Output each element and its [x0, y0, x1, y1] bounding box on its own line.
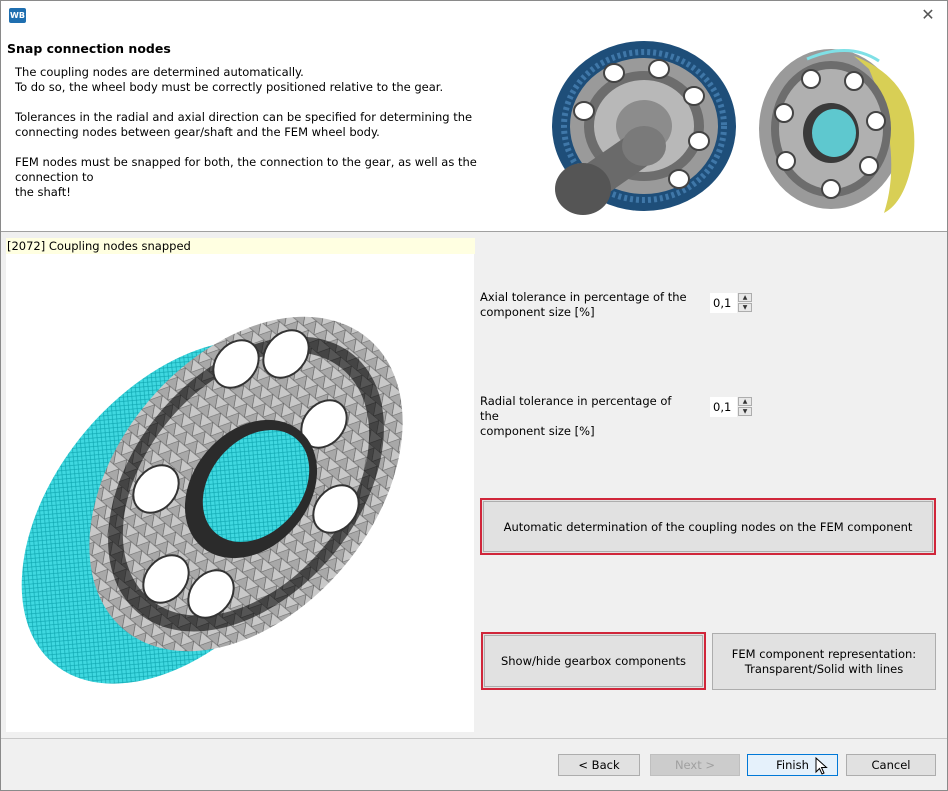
- app-icon: WB: [9, 8, 26, 23]
- auto-determine-coupling-nodes-button[interactable]: Automatic determination of the coupling …: [480, 498, 936, 555]
- gear-with-shaft-image: [552, 41, 736, 215]
- dialog-window: WB ✕ Snap connection nodes The coupling …: [0, 0, 948, 791]
- description-paragraph: Tolerances in the radial and axial direc…: [15, 110, 473, 139]
- close-icon[interactable]: ✕: [919, 6, 937, 24]
- radial-tolerance-stepper[interactable]: 0,1 ▲ ▼: [710, 397, 752, 417]
- description-paragraph: FEM nodes must be snapped for both, the …: [15, 155, 477, 199]
- show-hide-gearbox-button[interactable]: Show/hide gearbox components: [481, 632, 706, 690]
- axial-tolerance-input[interactable]: 0,1: [710, 293, 737, 313]
- spin-up-icon[interactable]: ▲: [738, 293, 752, 302]
- header-divider: [1, 231, 947, 232]
- auto-determine-label: Automatic determination of the coupling …: [503, 519, 913, 534]
- gear-illustration: [552, 41, 915, 215]
- fem-representation-button[interactable]: FEM component representation: Transparen…: [712, 633, 936, 690]
- axial-tolerance-stepper[interactable]: 0,1 ▲ ▼: [710, 293, 752, 313]
- description-paragraph: The coupling nodes are determined automa…: [15, 65, 444, 94]
- description: The coupling nodes are determined automa…: [15, 65, 525, 215]
- spin-up-icon[interactable]: ▲: [738, 397, 752, 406]
- gear-mesh-image: [759, 49, 915, 213]
- header-panel: Snap connection nodes The coupling nodes…: [1, 31, 947, 231]
- spin-down-icon[interactable]: ▼: [738, 407, 752, 416]
- next-button[interactable]: Next >: [650, 754, 740, 776]
- radial-tolerance-input[interactable]: 0,1: [710, 397, 737, 417]
- footer-divider: [1, 738, 947, 739]
- back-button[interactable]: < Back: [558, 754, 640, 776]
- spin-down-icon[interactable]: ▼: [738, 303, 752, 312]
- fem-wheel-body-model: [21, 316, 403, 684]
- status-message: [2072] Coupling nodes snapped: [6, 238, 475, 254]
- radial-tolerance-label: Radial tolerance in percentage of the co…: [480, 394, 672, 438]
- mouse-cursor-icon: [815, 757, 828, 775]
- fem-3d-viewport[interactable]: [6, 254, 474, 732]
- cancel-button[interactable]: Cancel: [846, 754, 936, 776]
- fem-representation-label: FEM component representation: Transparen…: [731, 646, 917, 676]
- page-title: Snap connection nodes: [7, 41, 171, 56]
- axial-tolerance-label: Axial tolerance in percentage of the com…: [480, 290, 687, 319]
- show-hide-label: Show/hide gearbox components: [500, 654, 687, 668]
- title-bar: WB ✕: [1, 1, 947, 31]
